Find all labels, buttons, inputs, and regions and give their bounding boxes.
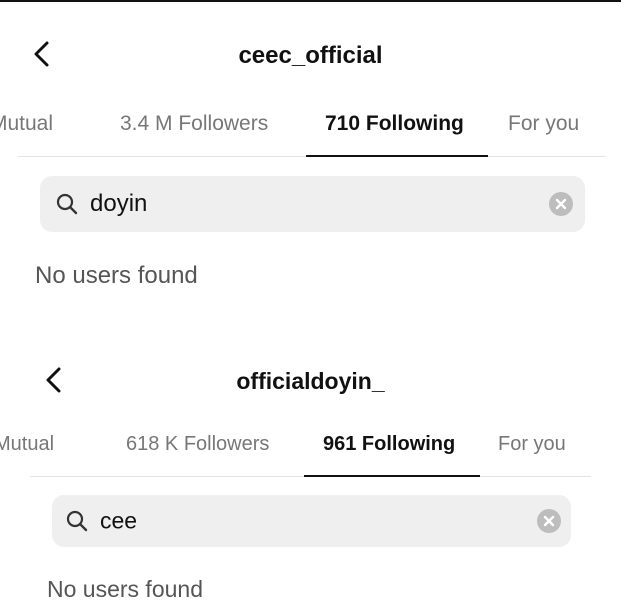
search-icon xyxy=(56,193,78,215)
profile-tabs: Mutual 618 K Followers 961 Following For… xyxy=(0,433,621,473)
active-tab-indicator xyxy=(304,475,480,477)
tab-followers[interactable]: 618 K Followers xyxy=(126,433,269,456)
search-bar[interactable]: cee xyxy=(52,495,571,547)
tab-mutual[interactable]: Mutual xyxy=(0,112,53,136)
search-icon xyxy=(66,510,88,532)
tab-following[interactable]: 961 Following xyxy=(323,433,455,456)
tab-mutual[interactable]: Mutual xyxy=(0,433,54,456)
active-tab-indicator xyxy=(306,155,488,157)
search-bar[interactable]: doyin xyxy=(40,176,585,232)
search-input[interactable]: doyin xyxy=(90,190,147,218)
search-input[interactable]: cee xyxy=(100,508,137,535)
profile-following-screen-doyin: officialdoyin_ Mutual 618 K Followers 96… xyxy=(0,340,621,603)
no-results-message: No users found xyxy=(35,262,198,289)
tab-followers[interactable]: 3.4 M Followers xyxy=(120,112,268,136)
tab-following[interactable]: 710 Following xyxy=(325,112,464,136)
profile-following-screen-ceec: ceec_official Mutual 3.4 M Followers 710… xyxy=(0,0,621,320)
profile-tabs: Mutual 3.4 M Followers 710 Following For… xyxy=(0,112,621,152)
profile-username-title: officialdoyin_ xyxy=(236,368,385,394)
clear-search-button[interactable] xyxy=(537,509,561,533)
clear-search-button[interactable] xyxy=(549,192,573,216)
profile-username-title: ceec_official xyxy=(238,42,383,69)
close-circle-icon xyxy=(543,515,555,527)
close-circle-icon xyxy=(555,198,567,210)
no-results-message: No users found xyxy=(47,576,203,602)
tab-for-you[interactable]: For you xyxy=(508,112,579,136)
tab-for-you[interactable]: For you xyxy=(498,433,566,456)
